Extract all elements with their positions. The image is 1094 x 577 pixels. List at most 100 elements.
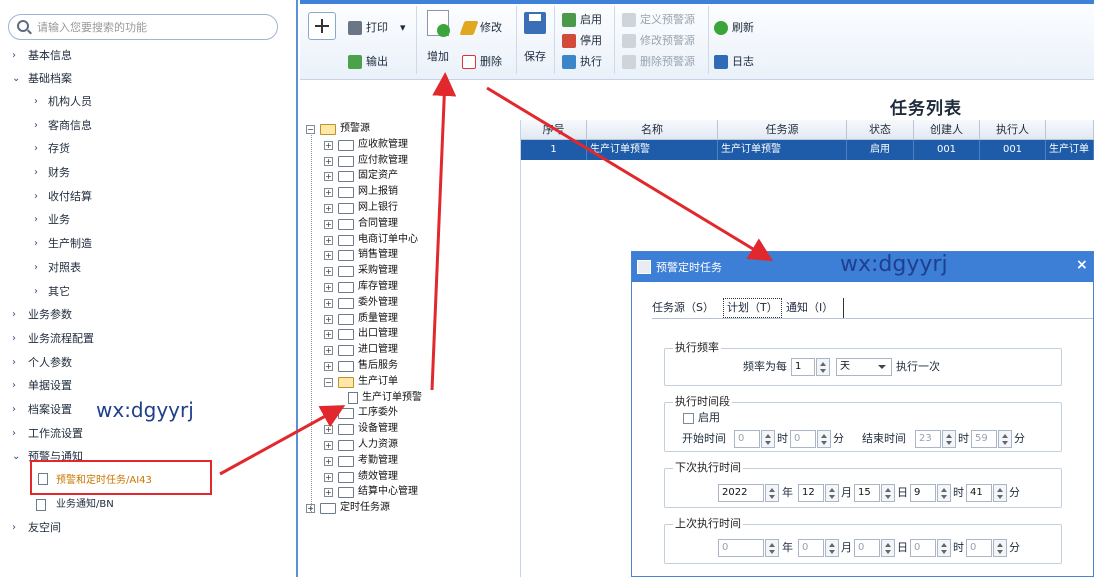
modify-alert-source-button[interactable]: 修改预警源	[622, 31, 706, 51]
sidebar-item-business-notice[interactable]: 业务通知/BN	[0, 494, 296, 516]
delete-button[interactable]: 删除	[462, 52, 512, 72]
start-minute-stepper[interactable]	[817, 430, 831, 448]
last-month-stepper[interactable]	[825, 539, 839, 557]
log-button[interactable]: 日志	[714, 52, 764, 72]
tab-plan[interactable]: 计划（T）	[723, 298, 782, 318]
sidebar-item-workflow-config[interactable]: › 业务流程配置	[0, 328, 296, 350]
expand-icon[interactable]: +	[324, 172, 333, 182]
expand-icon[interactable]: +	[324, 314, 333, 324]
frequency-unit-select[interactable]: 天	[836, 358, 892, 376]
last-minute-stepper[interactable]	[993, 539, 1007, 557]
last-year-stepper[interactable]	[765, 539, 779, 557]
next-year-stepper[interactable]	[765, 484, 779, 502]
expand-icon[interactable]: +	[324, 441, 333, 450]
frequency-stepper[interactable]	[816, 358, 830, 376]
next-month-input[interactable]: 12	[798, 484, 824, 502]
expand-icon[interactable]: +	[324, 219, 333, 229]
end-hour-input[interactable]: 23	[915, 430, 941, 448]
save-button[interactable]: 保存	[520, 10, 550, 66]
sidebar-item-business-params[interactable]: › 业务参数	[0, 304, 296, 326]
expand-icon[interactable]: +	[324, 204, 333, 213]
last-minute-input[interactable]: 0	[966, 539, 992, 557]
sidebar-item-business[interactable]: › 业务	[0, 209, 296, 231]
start-minute-input[interactable]: 0	[790, 430, 816, 448]
sidebar-item-org-staff[interactable]: › 机构人员	[0, 91, 296, 113]
last-hour-input[interactable]: 0	[910, 539, 936, 557]
export-button[interactable]: 输出	[348, 52, 398, 72]
add-button[interactable]: 增加	[422, 10, 454, 66]
sidebar-item-customers[interactable]: › 客商信息	[0, 115, 296, 137]
start-hour-input[interactable]: 0	[734, 430, 760, 448]
search-input[interactable]	[37, 19, 267, 35]
define-alert-source-button[interactable]: 定义预警源	[622, 10, 706, 30]
expand-icon[interactable]: +	[324, 188, 333, 198]
start-hour-stepper[interactable]	[761, 430, 775, 448]
sidebar-item-workflow-settings[interactable]: › 工作流设置	[0, 423, 296, 445]
refresh-button[interactable]: 刷新	[714, 18, 764, 38]
expand-icon[interactable]: +	[324, 472, 333, 482]
sidebar-item-mapping[interactable]: › 对照表	[0, 257, 296, 279]
column-header-extra[interactable]	[1046, 120, 1094, 140]
next-month-stepper[interactable]	[825, 484, 839, 502]
table-cell-no[interactable]: 1	[521, 140, 587, 160]
tab-task-source[interactable]: 任务源（S）	[652, 298, 714, 318]
last-day-input[interactable]: 0	[854, 539, 880, 557]
expand-icon[interactable]: +	[324, 140, 333, 150]
new-plus-button[interactable]	[308, 12, 336, 40]
table-cell-name[interactable]: 生产订单预警	[587, 140, 718, 160]
last-hour-stepper[interactable]	[937, 539, 951, 557]
sidebar-item-settlement[interactable]: › 收付结算	[0, 186, 296, 208]
table-cell-creator[interactable]: 001	[914, 140, 980, 160]
next-minute-stepper[interactable]	[993, 484, 1007, 502]
next-day-input[interactable]: 15	[854, 484, 880, 502]
last-day-stepper[interactable]	[881, 539, 895, 557]
expand-icon[interactable]: +	[324, 362, 333, 371]
expand-icon[interactable]: +	[324, 298, 333, 308]
expand-icon[interactable]: +	[324, 456, 333, 466]
column-header-source[interactable]: 任务源	[718, 120, 847, 140]
expand-icon[interactable]: +	[324, 488, 333, 498]
enable-button[interactable]: 启用	[562, 10, 612, 30]
tab-notify[interactable]: 通知（I）	[786, 298, 833, 318]
table-cell-source[interactable]: 生产订单预警	[718, 140, 847, 160]
expand-icon[interactable]: +	[324, 330, 333, 340]
last-year-input[interactable]: 0	[718, 539, 764, 557]
sidebar-item-friend-space[interactable]: › 友空间	[0, 517, 296, 539]
delete-alert-source-button[interactable]: 删除预警源	[622, 52, 706, 72]
sidebar-item-manufacturing[interactable]: › 生产制造	[0, 233, 296, 255]
next-hour-input[interactable]: 9	[910, 484, 936, 502]
expand-icon[interactable]: +	[324, 251, 333, 261]
print-button[interactable]: 打印 ▾	[348, 18, 410, 38]
frequency-value-input[interactable]: 1	[791, 358, 815, 376]
next-minute-input[interactable]: 41	[966, 484, 992, 502]
expand-icon[interactable]: +	[324, 346, 333, 356]
sidebar-item-alert-timed-tasks[interactable]: 预警和定时任务/AI43	[30, 460, 212, 495]
next-hour-stepper[interactable]	[937, 484, 951, 502]
sidebar-item-personal-params[interactable]: › 个人参数	[0, 352, 296, 374]
expand-icon[interactable]: +	[324, 283, 333, 292]
expand-icon[interactable]: +	[324, 156, 333, 166]
column-header-executor[interactable]: 执行人	[980, 120, 1046, 140]
table-cell-extra[interactable]: 生产订单	[1046, 140, 1094, 160]
expand-icon[interactable]: +	[324, 267, 333, 277]
expand-icon[interactable]: +	[324, 425, 333, 435]
sidebar-item-basic-info[interactable]: › 基本信息	[0, 45, 296, 67]
edit-button[interactable]: 修改	[459, 18, 512, 38]
column-header-status[interactable]: 状态	[847, 120, 914, 140]
sidebar-item-other[interactable]: › 其它	[0, 281, 296, 303]
sidebar-item-inventory[interactable]: › 存货	[0, 138, 296, 160]
end-minute-input[interactable]: 59	[971, 430, 997, 448]
sidebar-item-basic-archives[interactable]: ⌄ 基础档案	[0, 68, 296, 90]
enable-period-checkbox[interactable]	[683, 413, 694, 424]
expand-icon[interactable]: +	[324, 235, 333, 245]
last-month-input[interactable]: 0	[798, 539, 824, 557]
next-day-stepper[interactable]	[881, 484, 895, 502]
column-header-name[interactable]: 名称	[587, 120, 718, 140]
disable-button[interactable]: 停用	[562, 31, 612, 51]
sidebar-item-voucher-settings[interactable]: › 单据设置	[0, 375, 296, 397]
close-icon[interactable]: ×	[1076, 257, 1088, 273]
next-year-input[interactable]: 2022	[718, 484, 764, 502]
end-hour-stepper[interactable]	[942, 430, 956, 448]
column-header-creator[interactable]: 创建人	[914, 120, 980, 140]
collapse-icon[interactable]: −	[324, 377, 333, 387]
